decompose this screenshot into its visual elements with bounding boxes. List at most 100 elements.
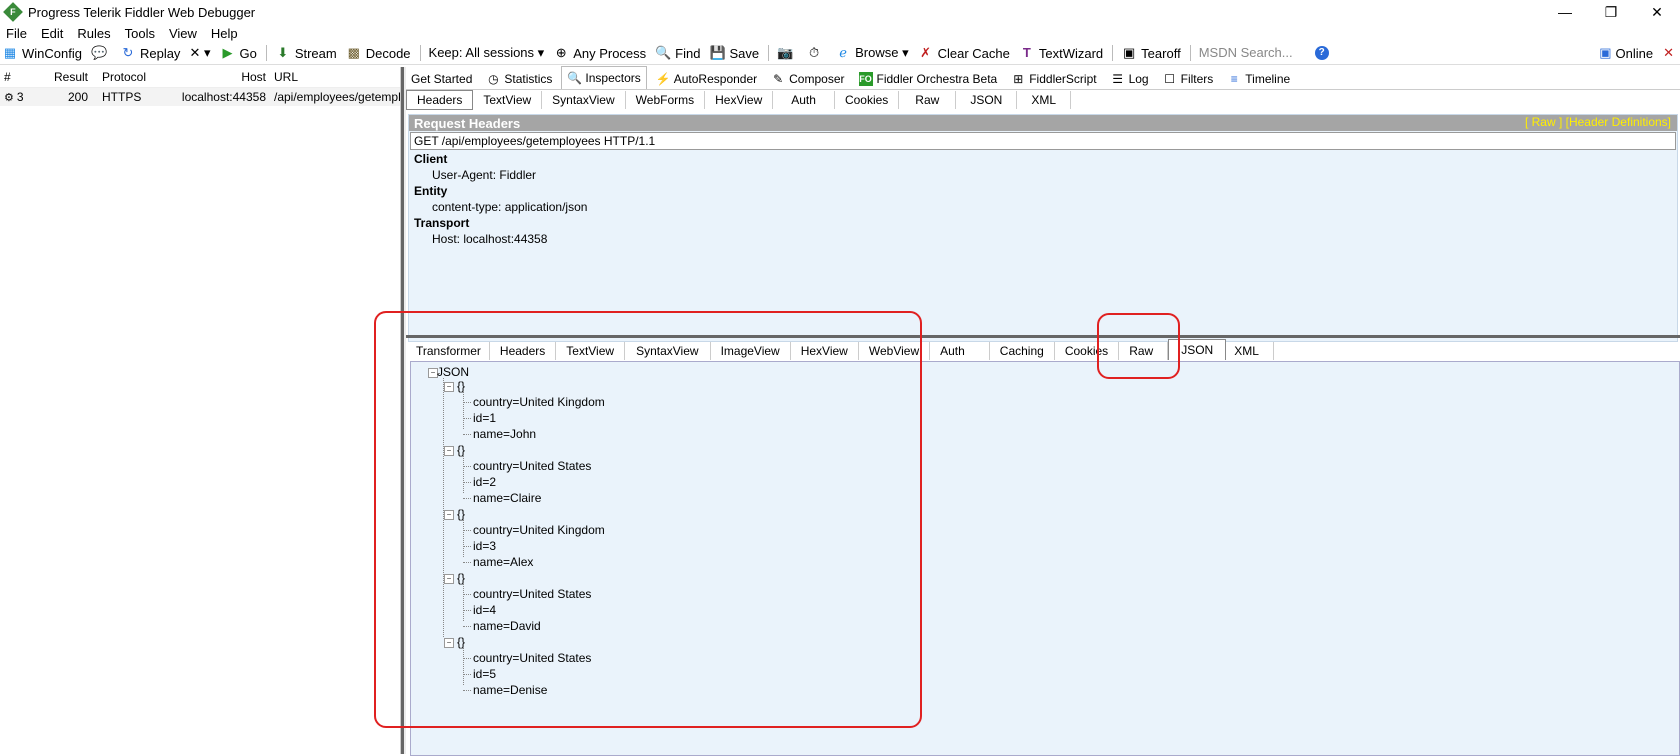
tab-inspectors[interactable]: 🔍 Inspectors	[561, 66, 647, 89]
toolbar-separator	[265, 45, 267, 61]
req-tab-cookies[interactable]: Cookies	[835, 91, 900, 109]
collapse-object-icon[interactable]: −	[444, 446, 454, 456]
resp-tab-textview[interactable]: TextView	[556, 342, 626, 360]
sessions-header: # Result Protocol Host URL	[0, 67, 400, 88]
find-button[interactable]: 🔍 Find	[655, 46, 700, 61]
resp-tab-headers[interactable]: Headers	[490, 342, 557, 360]
screenshot-button[interactable]: 📷	[777, 46, 797, 60]
menu-edit[interactable]: Edit	[41, 26, 63, 41]
resp-tab-hexview[interactable]: HexView	[791, 342, 859, 360]
help-icon[interactable]: ?	[1314, 46, 1329, 60]
json-field: id=2	[473, 475, 497, 489]
req-tab-webforms[interactable]: WebForms	[626, 91, 706, 109]
resp-tab-caching[interactable]: Caching	[990, 342, 1055, 360]
col-protocol[interactable]: Protocol	[92, 70, 150, 84]
json-field: country=United States	[473, 459, 592, 473]
menu-help[interactable]: Help	[211, 26, 238, 41]
log-icon: ☰	[1112, 72, 1123, 86]
tab-log[interactable]: ☰ Log	[1106, 69, 1154, 89]
header-host: Host: localhost:44358	[432, 232, 548, 246]
resp-tab-xml[interactable]: XML	[1226, 342, 1274, 360]
req-tab-raw[interactable]: Raw	[899, 91, 957, 109]
resp-tab-raw[interactable]: Raw	[1119, 342, 1169, 360]
menu-tools[interactable]: Tools	[125, 26, 155, 41]
comment-button[interactable]: 💬	[91, 46, 111, 60]
restore-button[interactable]: ❐	[1588, 0, 1634, 24]
resp-tab-transformer[interactable]: Transformer	[408, 342, 490, 360]
req-tab-headers[interactable]: Headers	[406, 90, 474, 110]
timer-button[interactable]: ⏱	[806, 46, 826, 60]
toolbar-separator	[419, 45, 421, 61]
req-tab-syntaxview[interactable]: SyntaxView	[542, 91, 626, 109]
winconfig-button[interactable]: ▦ WinConfig	[2, 46, 82, 61]
toolbar-separator	[1189, 45, 1191, 61]
collapse-object-icon[interactable]: −	[444, 382, 454, 392]
close-toolbar-icon[interactable]: ✕	[1663, 45, 1674, 61]
play-icon: ▶	[222, 45, 233, 60]
decode-button[interactable]: ▩ Decode	[346, 46, 411, 61]
remove-button[interactable]: ✕ ▾	[189, 45, 210, 61]
save-button[interactable]: 💾 Save	[709, 46, 759, 61]
req-tab-json[interactable]: JSON	[956, 91, 1018, 109]
tab-statistics[interactable]: ◷ Statistics	[481, 69, 557, 89]
col-result[interactable]: Result	[40, 70, 92, 84]
resp-tab-auth[interactable]: Auth	[930, 342, 990, 360]
resp-tab-json[interactable]: JSON	[1168, 339, 1227, 360]
find-icon: 🔍	[655, 45, 672, 60]
browse-button[interactable]: ℯ Browse ▾	[835, 45, 908, 61]
session-row[interactable]: ⚙ 3 200 HTTPS localhost:44358 /api/emplo…	[0, 88, 400, 106]
req-tab-hexview[interactable]: HexView	[705, 91, 774, 109]
tab-composer[interactable]: ✎ Composer	[766, 69, 849, 89]
any-process-button[interactable]: ⊕ Any Process	[553, 46, 646, 61]
orchestra-icon: FO	[858, 72, 873, 86]
statistics-icon: ◷	[488, 72, 499, 86]
collapse-object-icon[interactable]: −	[444, 574, 454, 584]
menu-rules[interactable]: Rules	[77, 26, 110, 41]
inspector-pane: Get Started ◷ Statistics 🔍 Inspectors ⚡ Aut…	[406, 66, 1680, 756]
go-button[interactable]: ▶ Go	[219, 46, 256, 61]
col-host[interactable]: Host	[150, 70, 270, 84]
menu-file[interactable]: File	[6, 26, 27, 41]
replay-icon: ↻	[122, 45, 134, 60]
resp-tab-syntaxview[interactable]: SyntaxView	[625, 342, 711, 360]
json-field: country=United States	[473, 651, 592, 665]
stream-button[interactable]: ⬇ Stream	[275, 46, 336, 61]
json-object: {}	[457, 507, 466, 521]
clear-cache-button[interactable]: ✗ Clear Cache	[918, 46, 1010, 61]
req-tab-auth[interactable]: Auth	[773, 91, 835, 109]
menu-view[interactable]: View	[169, 26, 197, 41]
header-links[interactable]: [ Raw ] [Header Definitions]	[1525, 115, 1671, 129]
tab-fiddlerscript[interactable]: ⊞ FiddlerScript	[1006, 69, 1101, 89]
tearoff-button[interactable]: ▣ Tearoff	[1121, 46, 1181, 61]
main-tabs: Get Started ◷ Statistics 🔍 Inspectors ⚡ Aut…	[406, 66, 1680, 90]
json-field: name=John	[473, 427, 537, 441]
resp-tab-cookies[interactable]: Cookies	[1055, 342, 1120, 360]
close-button[interactable]: ✕	[1634, 0, 1680, 24]
col-url[interactable]: URL	[270, 70, 400, 84]
col-num[interactable]: #	[0, 70, 40, 84]
session-host: localhost:44358	[181, 90, 266, 104]
tab-timeline[interactable]: ≡ Timeline	[1222, 69, 1295, 89]
collapse-object-icon[interactable]: −	[444, 638, 454, 648]
req-tab-xml[interactable]: XML	[1017, 91, 1072, 109]
tab-get-started[interactable]: Get Started	[406, 69, 477, 89]
json-field: name=David	[473, 619, 541, 633]
header-group-transport: Transport	[414, 216, 470, 230]
json-field: name=Claire	[473, 491, 542, 505]
tab-fiddler-orchestra[interactable]: FO Fiddler Orchestra Beta	[854, 69, 1003, 89]
msdn-search-input[interactable]: MSDN Search...	[1199, 45, 1307, 61]
req-tab-textview[interactable]: TextView	[473, 91, 543, 109]
tab-autoresponder[interactable]: ⚡ AutoResponder	[651, 69, 762, 89]
replay-button[interactable]: ↻ Replay	[120, 45, 181, 61]
keep-sessions-dropdown[interactable]: Keep: All sessions ▾	[429, 45, 545, 61]
request-tabs: Headers TextView SyntaxView WebForms Hex…	[406, 90, 1680, 110]
resp-tab-imageview[interactable]: ImageView	[711, 342, 791, 360]
inspectors-icon: 🔍	[567, 71, 583, 85]
tab-filters[interactable]: ☐ Filters	[1158, 69, 1219, 89]
textwizard-button[interactable]: T TextWizard	[1019, 46, 1103, 61]
collapse-object-icon[interactable]: −	[444, 510, 454, 520]
minimize-button[interactable]: —	[1542, 0, 1588, 24]
online-status[interactable]: ▣ Online ✕	[1599, 45, 1674, 61]
textwizard-icon: T	[1022, 45, 1031, 60]
resp-tab-webview[interactable]: WebView	[859, 342, 931, 360]
